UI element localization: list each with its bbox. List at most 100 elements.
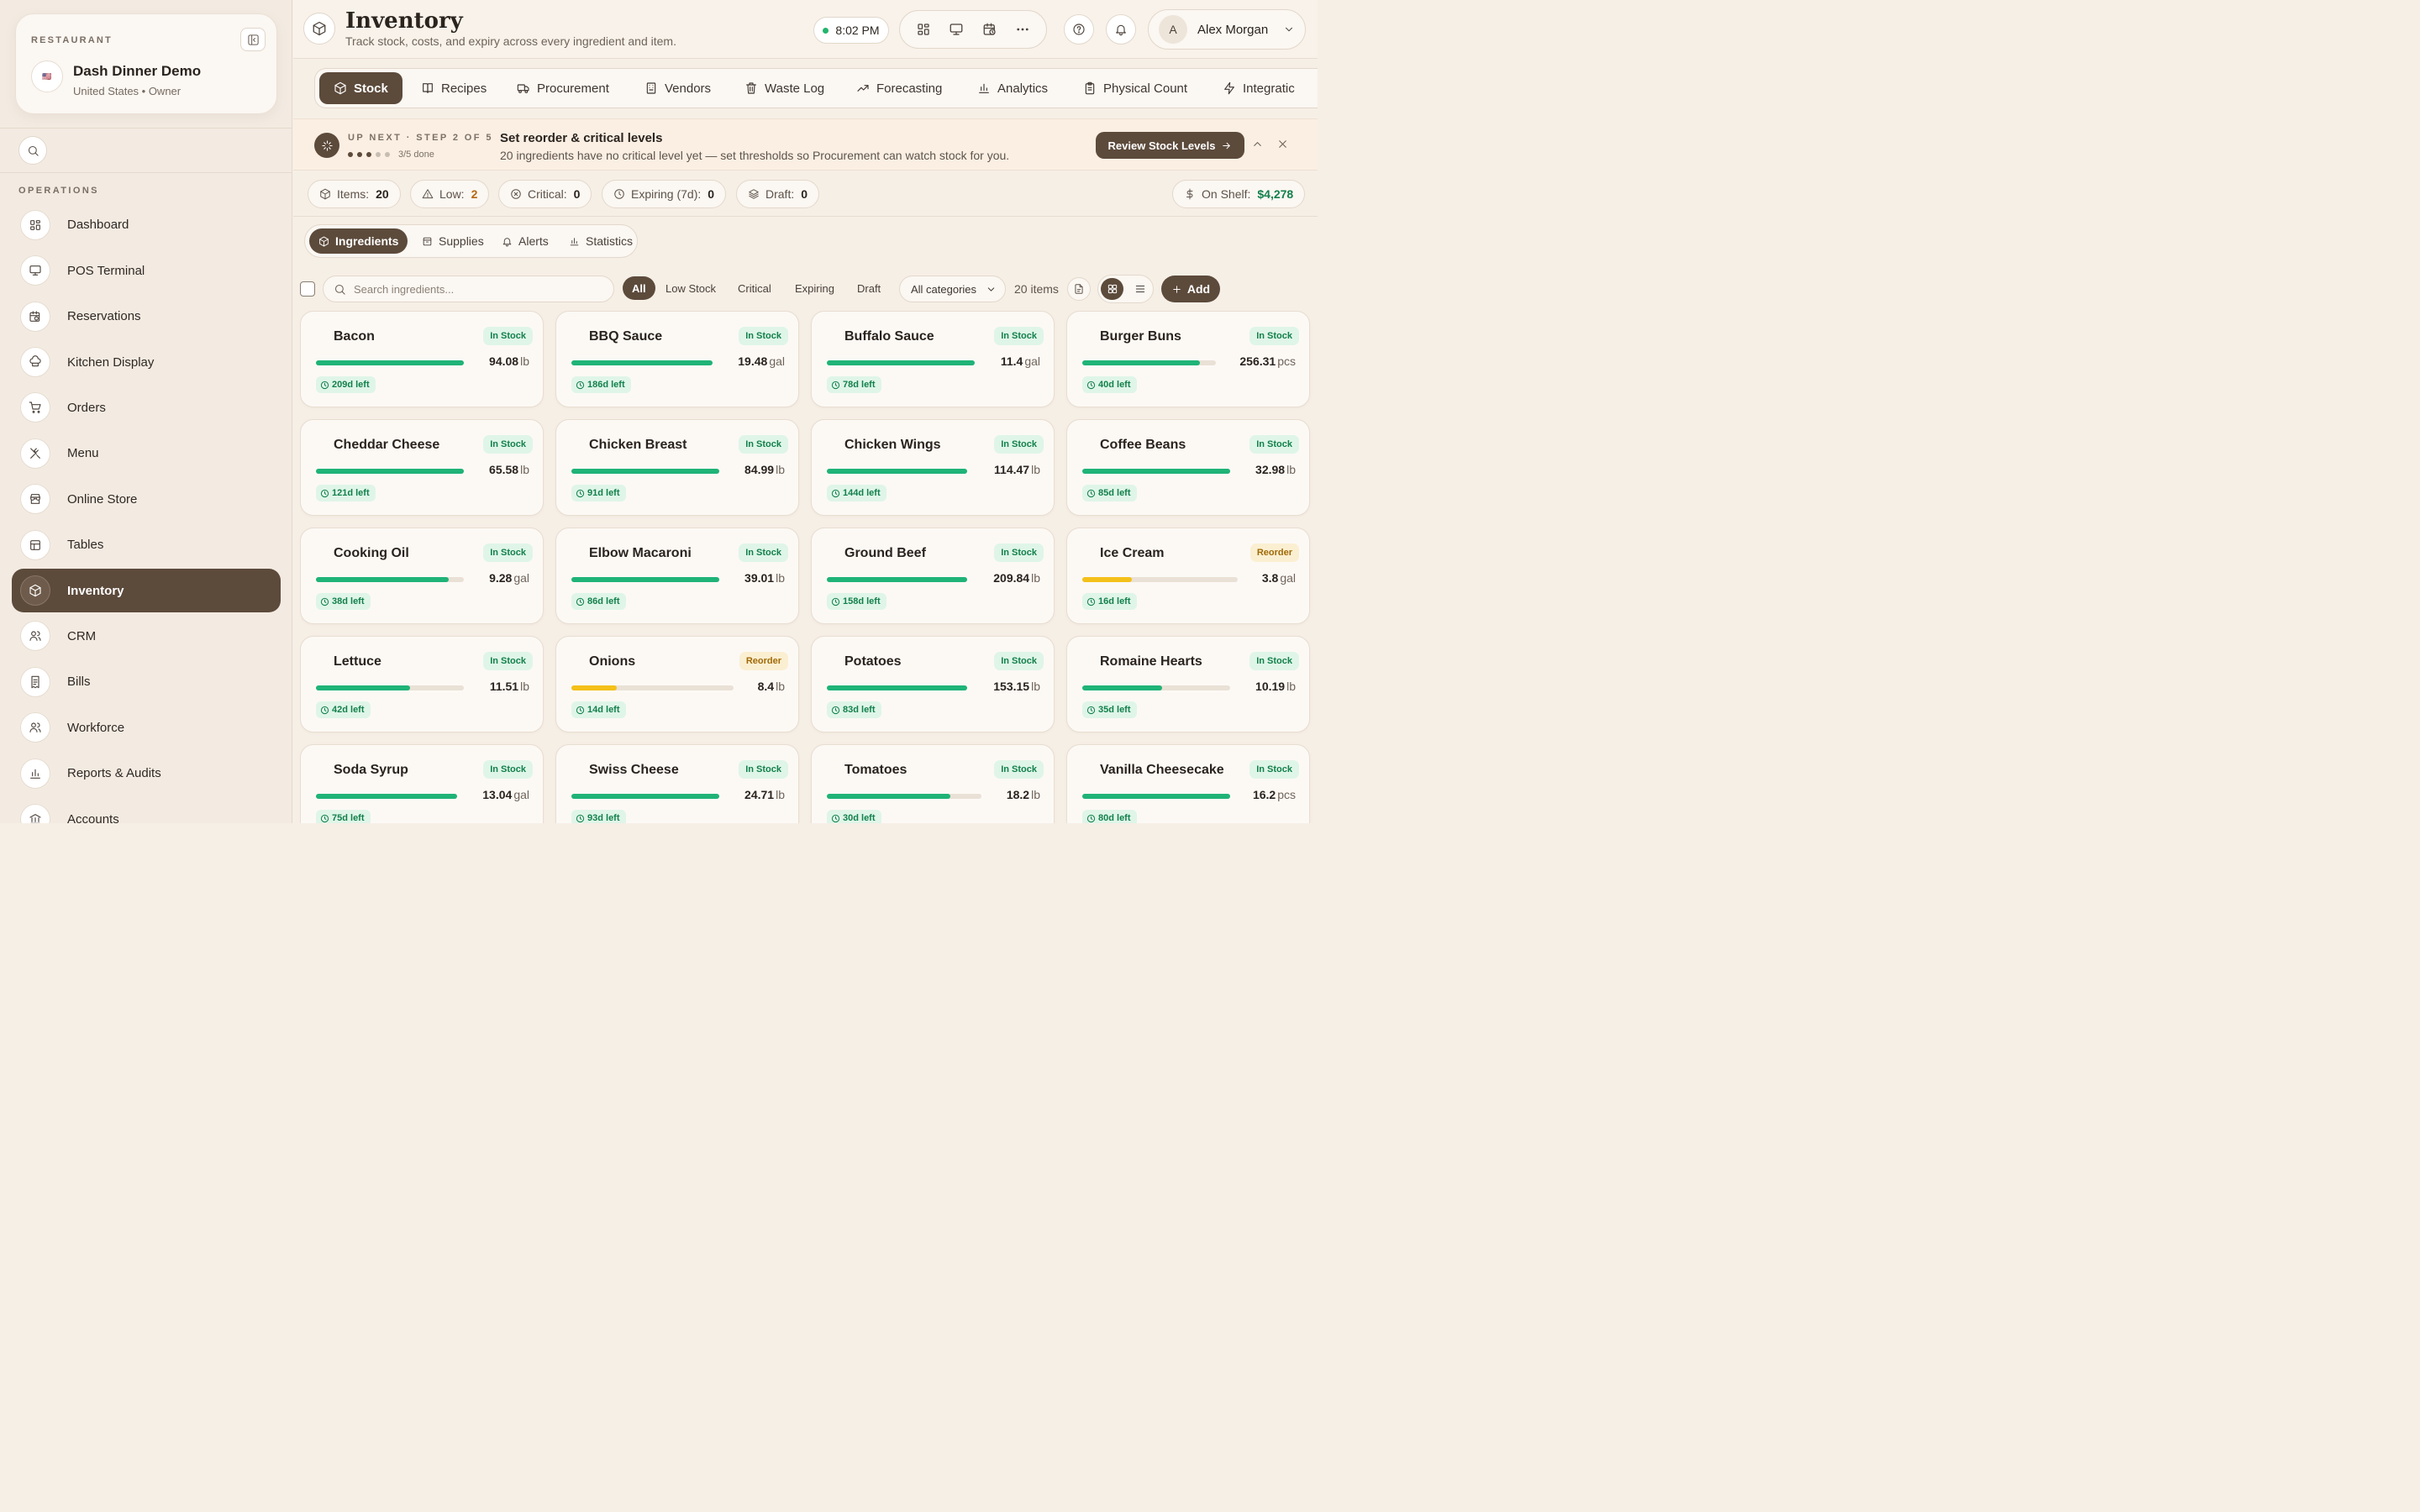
ingredient-card[interactable]: Soda Syrup In Stock 13.04 gal 75d left <box>300 744 544 823</box>
sidebar-item-crm[interactable]: CRM <box>12 614 281 658</box>
sidebar-item-accounts[interactable]: Accounts <box>12 797 281 823</box>
subtab-statistics[interactable]: Statistics <box>560 228 642 254</box>
clock-icon <box>320 489 329 497</box>
sidebar-item-pos-terminal[interactable]: POS Terminal <box>12 249 281 292</box>
ingredient-card[interactable]: Ground Beef In Stock 209.84 lb 158d left <box>811 528 1055 624</box>
stat-items[interactable]: Items: 20 <box>308 180 401 208</box>
restaurant-card[interactable]: RESTAURANT 🇺🇸 Dash Dinner Demo United St… <box>15 13 277 114</box>
ingredient-card[interactable]: Bacon In Stock 94.08 lb 209d left <box>300 311 544 407</box>
subtab-alerts[interactable]: Alerts <box>492 228 558 254</box>
ingredient-card[interactable]: Elbow Macaroni In Stock 39.01 lb 86d left <box>555 528 799 624</box>
sidebar-item-inventory[interactable]: Inventory <box>12 569 281 612</box>
stat-low[interactable]: Low: 2 <box>410 180 490 208</box>
tab-waste-log[interactable]: Waste Log <box>733 72 836 104</box>
tab-procurement[interactable]: Procurement <box>505 72 621 104</box>
sidebar-item-dashboard[interactable]: Dashboard <box>12 203 281 247</box>
list-view-button[interactable] <box>1128 278 1151 300</box>
tab-forecasting[interactable]: Forecasting <box>844 72 954 104</box>
stat-draft[interactable]: Draft: 0 <box>736 180 820 208</box>
add-ingredient-button[interactable]: Add <box>1161 276 1220 302</box>
sidebar-item-label: Workforce <box>67 720 125 735</box>
ingredient-card[interactable]: Ice Cream Reorder 3.8 gal 16d left <box>1066 528 1310 624</box>
chef-hat-icon <box>20 347 50 377</box>
ingredient-card[interactable]: Cooking Oil In Stock 9.28 gal 38d left <box>300 528 544 624</box>
ingredient-card[interactable]: Buffalo Sauce In Stock 11.4 gal 78d left <box>811 311 1055 407</box>
ingredient-card[interactable]: Onions Reorder 8.4 lb 14d left <box>555 636 799 732</box>
grid-view-button[interactable] <box>1101 278 1123 300</box>
sidebar-item-reservations[interactable]: Reservations <box>12 295 281 339</box>
bank-icon <box>29 814 41 823</box>
quantity-unit: lb <box>520 680 529 693</box>
utensils-icon <box>20 438 50 469</box>
category-select[interactable]: All categories <box>899 276 1006 302</box>
sidebar-item-menu[interactable]: Menu <box>12 432 281 475</box>
collapse-sidebar-button[interactable] <box>240 28 266 51</box>
search-field[interactable] <box>323 276 614 302</box>
table-icon <box>20 529 50 560</box>
monitor-icon[interactable] <box>949 22 964 37</box>
calendar-clock-icon[interactable] <box>982 22 997 37</box>
tab-label: Vendors <box>665 81 712 96</box>
expiry-pill: 144d left <box>827 485 886 501</box>
export-button[interactable] <box>1067 277 1091 301</box>
ingredient-name: Burger Buns <box>1100 329 1181 344</box>
help-button[interactable] <box>1064 14 1094 45</box>
expiry-text: 93d left <box>587 813 620 823</box>
cart-icon <box>20 392 50 423</box>
ingredient-card[interactable]: Vanilla Cheesecake In Stock 16.2 pcs 80d lef… <box>1066 744 1310 823</box>
clock-icon <box>831 381 840 389</box>
book-icon <box>423 83 433 93</box>
ingredient-card[interactable]: Potatoes In Stock 153.15 lb 83d left <box>811 636 1055 732</box>
sidebar-item-tables[interactable]: Tables <box>12 523 281 567</box>
quantity-unit: lb <box>776 463 785 476</box>
tab-recipes[interactable]: Recipes <box>409 72 498 104</box>
user-name: Alex Morgan <box>1197 22 1269 37</box>
quantity-unit: gal <box>1024 354 1040 368</box>
stock-level-fill <box>1082 469 1230 474</box>
notifications-button[interactable] <box>1106 14 1136 45</box>
stat-value: 0 <box>801 187 808 201</box>
search-input[interactable] <box>354 282 597 296</box>
more-icon[interactable] <box>1015 22 1030 37</box>
ingredient-card[interactable]: Chicken Wings In Stock 114.47 lb 144d left <box>811 419 1055 516</box>
tab-stock[interactable]: Stock <box>319 72 402 104</box>
subtab-ingredients[interactable]: Ingredients <box>309 228 408 254</box>
collapse-banner-button[interactable] <box>1251 138 1264 150</box>
user-menu[interactable]: A Alex Morgan <box>1148 9 1306 50</box>
sidebar-search-button[interactable] <box>18 136 47 165</box>
ingredient-card[interactable]: Romaine Hearts In Stock 10.19 lb 35d left <box>1066 636 1310 732</box>
expiry-pill: 78d left <box>827 376 881 393</box>
tab-analytics[interactable]: Analytics <box>965 72 1060 104</box>
sidebar-item-online-store[interactable]: Online Store <box>12 477 281 521</box>
sidebar-item-workforce[interactable]: Workforce <box>12 706 281 749</box>
users-icon <box>20 712 50 743</box>
filter-chip-critical[interactable]: Critical <box>728 276 781 300</box>
ingredient-card[interactable]: Swiss Cheese In Stock 24.71 lb 93d left <box>555 744 799 823</box>
review-stock-levels-button[interactable]: Review Stock Levels <box>1096 132 1244 159</box>
ingredient-card[interactable]: Lettuce In Stock 11.51 lb 42d left <box>300 636 544 732</box>
ingredient-card[interactable]: BBQ Sauce In Stock 19.48 gal 186d left <box>555 311 799 407</box>
stat-critical[interactable]: Critical: 0 <box>498 180 592 208</box>
close-banner-button[interactable] <box>1276 138 1289 150</box>
tab-integratic[interactable]: Integratic <box>1211 72 1307 104</box>
filter-chip-draft[interactable]: Draft <box>847 276 891 300</box>
ingredient-card[interactable]: Tomatoes In Stock 18.2 lb 30d left <box>811 744 1055 823</box>
ingredient-card[interactable]: Chicken Breast In Stock 84.99 lb 91d left <box>555 419 799 516</box>
tab-vendors[interactable]: Vendors <box>633 72 723 104</box>
grid-icon[interactable] <box>916 22 931 37</box>
filter-chip-expiring[interactable]: Expiring <box>785 276 844 300</box>
subtab-supplies[interactable]: Supplies <box>413 228 493 254</box>
sidebar-item-reports-audits[interactable]: Reports & Audits <box>12 752 281 795</box>
sidebar-item-bills[interactable]: Bills <box>12 660 281 704</box>
ingredient-card[interactable]: Coffee Beans In Stock 32.98 lb 85d left <box>1066 419 1310 516</box>
sidebar-item-orders[interactable]: Orders <box>12 386 281 429</box>
filter-chip-all[interactable]: All <box>623 276 655 300</box>
ingredient-card[interactable]: Burger Buns In Stock 256.31 pcs 40d left <box>1066 311 1310 407</box>
stat-expiring-7d[interactable]: Expiring (7d): 0 <box>602 180 727 208</box>
filter-chip-low-stock[interactable]: Low Stock <box>655 276 726 300</box>
select-all-checkbox[interactable] <box>300 281 315 297</box>
stock-level-bar <box>316 360 464 365</box>
ingredient-card[interactable]: Cheddar Cheese In Stock 65.58 lb 121d left <box>300 419 544 516</box>
sidebar-item-kitchen-display[interactable]: Kitchen Display <box>12 340 281 384</box>
tab-physical-count[interactable]: Physical Count <box>1071 72 1199 104</box>
